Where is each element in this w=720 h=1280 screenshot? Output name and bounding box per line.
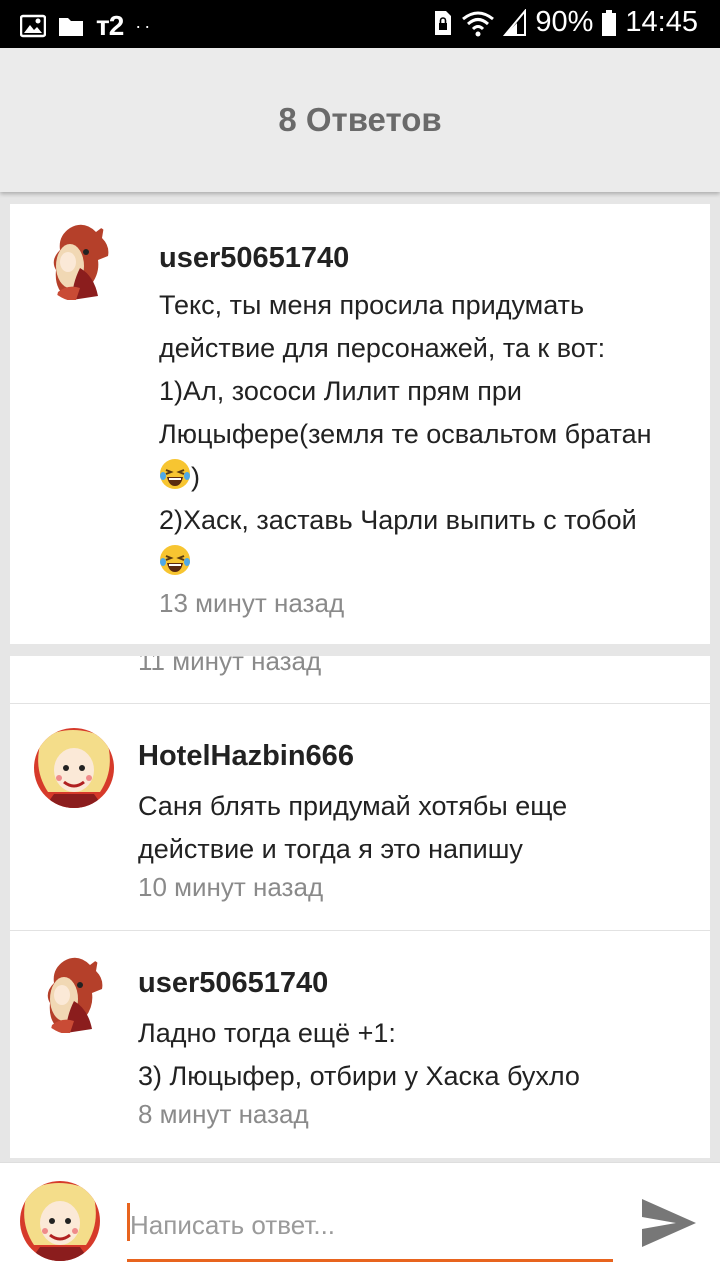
comment-username[interactable]: HotelHazbin666 [138,740,354,773]
gallery-icon [20,14,46,38]
avatar[interactable] [34,728,114,808]
app-header: 8 Ответов [0,48,720,192]
comment-username[interactable]: user50651740 [159,242,349,275]
comment-line: Ладно тогда ещё +1: [138,1018,396,1048]
notification-dots: ·· [135,15,154,36]
comment-line: действие для персонажей, та к вот: [159,333,606,363]
user-avatar-image [34,955,114,1035]
my-avatar [20,1181,100,1261]
user-avatar-image [20,1181,100,1261]
comment-line: 1)Ал, зососи Лилит прям при [159,376,523,406]
input-underline [127,1259,613,1262]
comment-line-with-emoji: ) [159,456,689,499]
clock: 14:45 [625,6,698,38]
laughing-tears-emoji-icon [160,459,190,489]
reply-input[interactable] [130,1203,612,1247]
sim-lock-icon [435,10,452,35]
folder-icon [59,18,83,36]
comment-line: Саня блять придумай хотябы еще [138,791,568,821]
avatar[interactable] [40,222,120,302]
comment-username[interactable]: user50651740 [138,967,328,1000]
main-comment-card[interactable]: user50651740 Текс, ты меня просила приду… [10,204,710,644]
status-bar: т2 ·· 90% 14:45 [0,0,720,48]
compose-bar [0,1162,720,1280]
signal-icon [503,8,527,36]
comment-line: Люцыфере(земля те освальтом братан [159,419,652,449]
comment-line: действие и тогда я это напишу [138,834,523,864]
comment-line: Текс, ты меня просила придумать [159,290,585,320]
laughing-tears-emoji-icon [160,545,190,575]
comment-body: Саня блять придумай хотябы еще действие … [138,785,668,871]
send-button[interactable] [636,1193,700,1253]
comment-line-emoji-only [159,542,689,585]
user-avatar-image [40,222,120,302]
replies-list[interactable]: 11 минут назад HotelHazbin666 Саня блять… [10,656,710,1158]
status-bar-left: т2 ·· [20,10,153,42]
avatar[interactable] [34,955,114,1035]
user-avatar-image [34,728,114,808]
battery-percent: 90% [535,6,594,38]
page-title: 8 Ответов [278,101,442,138]
comment-line: 3) Люцыфер, отбири у Хаска бухло [138,1061,580,1091]
list-item[interactable]: user50651740 Ладно тогда ещё +1: 3) Люцы… [10,931,710,1157]
comment-line: 2)Хаск, заставь Чарли выпить с тобой [159,505,637,535]
battery-icon [602,9,617,36]
list-item[interactable]: HotelHazbin666 Саня блять придумай хотяб… [10,704,710,930]
comment-body: Ладно тогда ещё +1: 3) Люцыфер, отбири у… [138,1012,668,1098]
wifi-icon [462,11,495,36]
reply-timestamp-partial: 11 минут назад [138,656,322,676]
carrier-label: т2 [96,10,124,41]
comment-timestamp: 10 минут назад [138,872,324,902]
status-bar-right: 90% 14:45 [433,6,698,39]
text-cursor [127,1203,130,1241]
comment-timestamp: 13 минут назад [159,588,345,618]
comment-line-tail: ) [191,462,200,492]
comment-body: Текс, ты меня просила придумать действие… [159,284,689,585]
send-arrow-icon [642,1199,696,1247]
comment-timestamp: 8 минут назад [138,1099,309,1129]
